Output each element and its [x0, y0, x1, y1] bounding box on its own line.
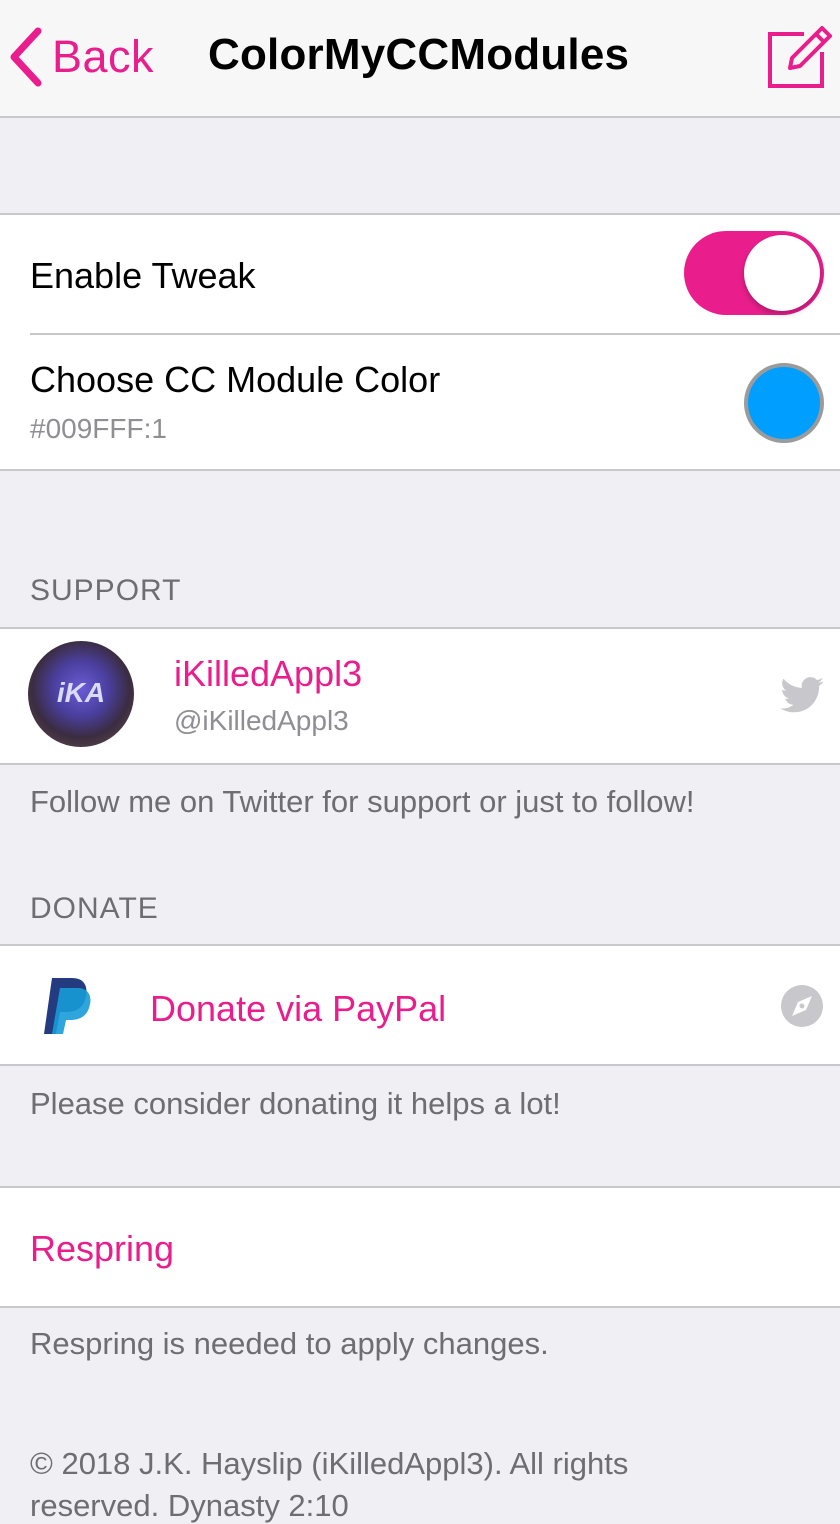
twitter-name: iKilledAppl3	[174, 653, 363, 694]
back-label: Back	[52, 31, 155, 82]
twitter-handle: @iKilledAppl3	[174, 705, 349, 736]
respring-button[interactable]: Respring	[0, 1188, 840, 1306]
respring-group: Respring	[0, 1186, 840, 1308]
paypal-label: Donate via PayPal	[150, 988, 447, 1029]
paypal-row[interactable]: Donate via PayPal	[0, 946, 840, 1064]
twitter-icon	[780, 677, 824, 713]
compose-button[interactable]	[766, 24, 832, 90]
support-footer: Follow me on Twitter for support or just…	[30, 784, 695, 819]
page-title: ColorMyCCModules	[208, 30, 630, 79]
support-section-header: SUPPORT	[30, 574, 182, 607]
donate-footer: Please consider donating it helps a lot!	[30, 1086, 561, 1121]
avatar: iKA	[28, 641, 134, 747]
copyright-line-2: reserved. Dynasty 2:10	[30, 1488, 349, 1523]
donate-section-header: DONATE	[30, 892, 159, 925]
color-swatch[interactable]	[744, 363, 824, 443]
support-group: iKA iKilledAppl3 @iKilledAppl3	[0, 627, 840, 765]
enable-tweak-row[interactable]: Enable Tweak	[0, 215, 840, 333]
donate-group: Donate via PayPal	[0, 944, 840, 1066]
enable-tweak-toggle[interactable]	[684, 231, 824, 315]
color-picker-label: Choose CC Module Color	[30, 359, 441, 400]
toggle-knob	[744, 235, 820, 311]
back-button[interactable]: Back	[8, 22, 154, 92]
twitter-row[interactable]: iKA iKilledAppl3 @iKilledAppl3	[0, 629, 840, 763]
compose-icon	[768, 26, 832, 88]
respring-footer: Respring is needed to apply changes.	[30, 1326, 549, 1361]
paypal-icon	[44, 978, 91, 1034]
copyright-line-1: © 2018 J.K. Hayslip (iKilledAppl3). All …	[30, 1446, 629, 1481]
respring-label: Respring	[30, 1228, 175, 1269]
chevron-left-icon	[10, 27, 42, 87]
enable-tweak-label: Enable Tweak	[30, 255, 256, 296]
settings-group: Enable Tweak Choose CC Module Color #009…	[0, 213, 840, 471]
color-value: #009FFF:1	[30, 413, 167, 444]
color-picker-row[interactable]: Choose CC Module Color #009FFF:1	[0, 335, 840, 471]
navigation-bar: Back ColorMyCCModules	[0, 0, 840, 118]
compass-icon	[781, 985, 823, 1027]
avatar-logo: iKA	[56, 677, 106, 708]
